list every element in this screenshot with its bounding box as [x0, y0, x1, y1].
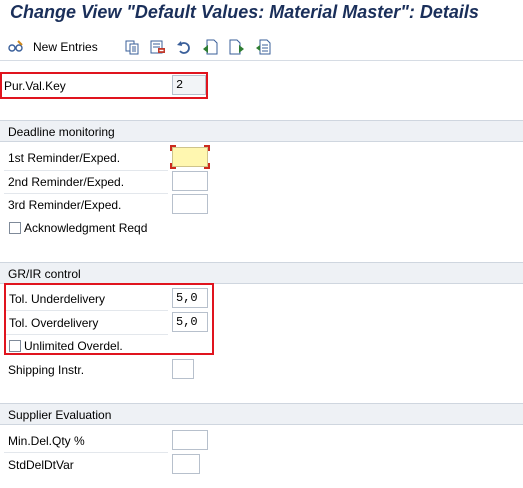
row-divider — [4, 452, 168, 453]
select-block-icon — [256, 39, 271, 55]
reminder2-label: 2nd Reminder/Exped. — [8, 175, 125, 189]
copy-icon — [125, 40, 139, 55]
min-del-qty-field[interactable] — [172, 430, 208, 450]
shipping-instr-label: Shipping Instr. — [8, 363, 85, 377]
highlight-grir — [4, 283, 214, 355]
undo-button[interactable] — [176, 37, 192, 57]
reminder2-field[interactable] — [172, 171, 208, 191]
new-entries-button[interactable]: New Entries — [8, 37, 98, 57]
title-bar: Change View "Default Values: Material Ma… — [0, 0, 523, 27]
focus-corner — [204, 163, 210, 169]
delete-button[interactable] — [150, 37, 166, 57]
row-divider — [4, 170, 168, 171]
grir-section-title: GR/IR control — [8, 267, 81, 281]
next-entry-button[interactable] — [229, 37, 245, 57]
undo-icon — [177, 41, 190, 54]
reminder1-label: 1st Reminder/Exped. — [8, 151, 121, 165]
previous-entry-icon — [203, 39, 218, 55]
focus-corner — [170, 163, 176, 169]
min-del-qty-label: Min.Del.Qty % — [8, 434, 85, 448]
select-block-button[interactable] — [255, 37, 271, 57]
std-del-dt-var-label: StdDelDtVar — [8, 458, 74, 472]
row-divider — [4, 193, 168, 194]
shipping-instr-field[interactable] — [172, 359, 194, 379]
page-title: Change View "Default Values: Material Ma… — [10, 2, 479, 22]
deadline-section-title: Deadline monitoring — [8, 125, 115, 139]
delete-icon — [150, 40, 165, 54]
next-entry-icon — [229, 39, 244, 55]
reminder3-label: 3rd Reminder/Exped. — [8, 198, 122, 212]
detail-screen: Pur.Val.Key 2 Deadline monitoring 1st Re… — [0, 62, 523, 488]
previous-entry-button[interactable] — [202, 37, 218, 57]
focus-corner — [170, 145, 176, 151]
supplier-section-header: Supplier Evaluation — [0, 403, 523, 425]
acknowledgment-label: Acknowledgment Reqd — [24, 221, 148, 235]
acknowledgment-checkbox[interactable] — [9, 222, 21, 234]
edit-glasses-icon — [8, 40, 23, 52]
supplier-section-title: Supplier Evaluation — [8, 408, 112, 422]
application-toolbar: New Entries — [0, 33, 523, 61]
new-entries-label: New Entries — [33, 40, 98, 54]
grir-section-header: GR/IR control — [0, 262, 523, 284]
highlight-key — [0, 72, 208, 99]
std-del-dt-var-field[interactable] — [172, 454, 200, 474]
deadline-section-header: Deadline monitoring — [0, 120, 523, 142]
reminder1-field[interactable] — [172, 147, 208, 167]
reminder3-field[interactable] — [172, 194, 208, 214]
focus-corner — [204, 145, 210, 151]
copy-button[interactable] — [124, 37, 140, 57]
